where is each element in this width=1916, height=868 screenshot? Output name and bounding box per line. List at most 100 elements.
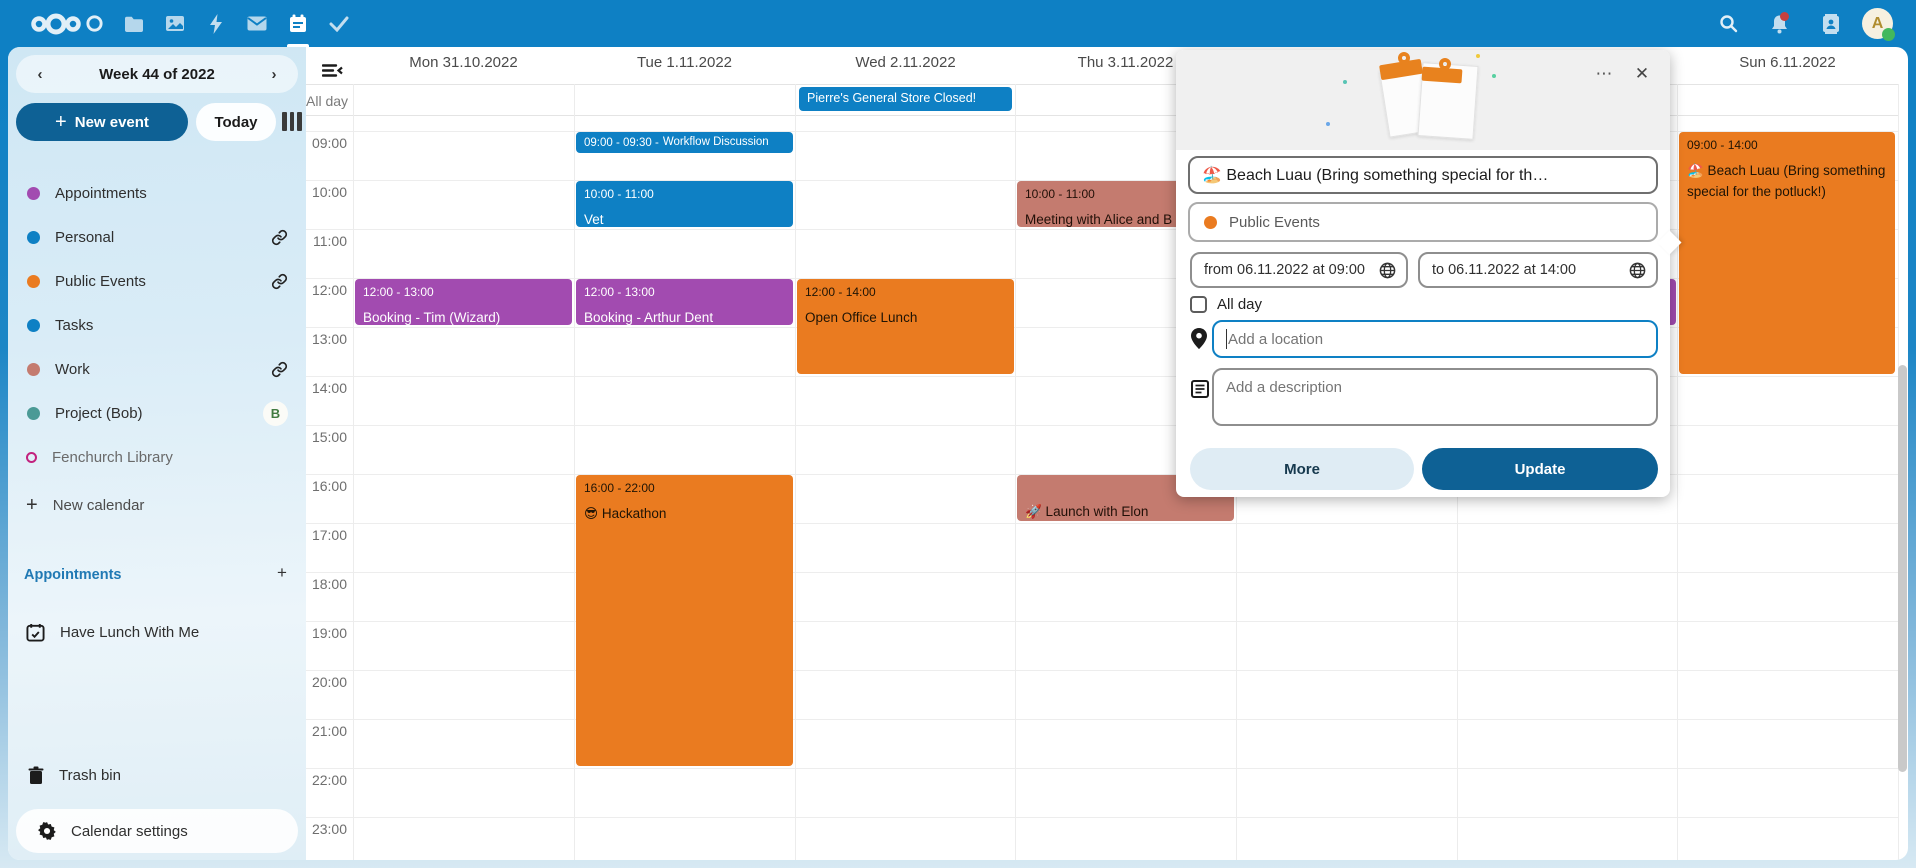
sidebar-calendar-work[interactable]: Work <box>8 349 306 389</box>
event-title-input[interactable]: 🏖️ Beach Luau (Bring something special f… <box>1188 156 1658 194</box>
calendar-color-dot <box>1204 216 1217 229</box>
day-header-sun: Sun 6.11.2022 <box>1677 54 1898 76</box>
hour-gridline <box>306 572 1898 573</box>
next-week-button[interactable]: › <box>254 55 294 93</box>
event-beach-luau[interactable]: 09:00 - 14:00 🏖️ Beach Luau (Bring somet… <box>1679 132 1895 374</box>
photos-icon[interactable] <box>155 0 195 47</box>
calendar-color-dot <box>27 275 40 288</box>
hour-label: 23:00 <box>304 821 347 837</box>
view-switcher-icon[interactable] <box>282 112 302 132</box>
hour-gridline <box>306 621 1898 622</box>
active-app-underline <box>287 44 309 47</box>
popup-actions-icon[interactable]: ⋯ <box>1590 60 1618 88</box>
appointments-heading: Appointments <box>24 567 121 583</box>
scrollbar-thumb[interactable] <box>1898 365 1907 772</box>
clip-icon <box>1422 67 1463 84</box>
start-date-button[interactable]: from 06.11.2022 at 09:00 <box>1190 252 1408 288</box>
event-open-office-lunch[interactable]: 12:00 - 14:00 Open Office Lunch <box>797 279 1014 374</box>
event-hackathon[interactable]: 16:00 - 22:00 😎 Hackathon <box>576 475 793 766</box>
share-link-icon <box>271 361 288 378</box>
contacts-icon[interactable] <box>1811 0 1851 47</box>
gear-icon <box>38 822 56 840</box>
event-booking-arthur-dent[interactable]: 12:00 - 13:00 Booking - Arthur Dent <box>576 279 793 325</box>
confetti-dot <box>1492 74 1496 78</box>
dashboard-icon[interactable] <box>74 0 114 47</box>
update-button[interactable]: Update <box>1422 448 1658 490</box>
hour-gridline <box>306 817 1898 818</box>
day-column-border <box>795 84 796 860</box>
mail-icon[interactable] <box>237 0 277 47</box>
timezone-globe-icon[interactable] <box>1379 262 1396 279</box>
share-link-icon <box>271 229 288 246</box>
calendar-icon[interactable] <box>278 0 318 47</box>
description-input[interactable]: Add a description <box>1212 368 1658 426</box>
hour-gridline <box>306 768 1898 769</box>
tasks-icon[interactable] <box>319 0 359 47</box>
search-icon[interactable] <box>1708 0 1748 47</box>
add-appointment-button[interactable]: + <box>268 559 296 587</box>
trash-bin-button[interactable]: Trash bin <box>8 755 306 795</box>
confetti-dot <box>1476 54 1480 58</box>
hour-gridline <box>306 719 1898 720</box>
close-icon[interactable]: ✕ <box>1628 60 1656 88</box>
more-button[interactable]: More <box>1190 448 1414 490</box>
calendar-select[interactable]: Public Events <box>1188 202 1658 242</box>
hour-label: 19:00 <box>304 625 347 641</box>
day-column-border <box>574 84 575 860</box>
hour-label: 22:00 <box>304 772 347 788</box>
text-caret <box>1226 329 1227 349</box>
sidebar-calendar-fenchurch-library[interactable]: Fenchurch Library <box>8 437 306 477</box>
activity-icon[interactable] <box>196 0 236 47</box>
trash-icon <box>28 766 44 785</box>
sidebar-calendar-appointments[interactable]: Appointments <box>8 173 306 213</box>
plus-icon: + <box>26 494 38 517</box>
event-vet[interactable]: 10:00 - 11:00 Vet <box>576 181 793 227</box>
status-dot <box>1882 28 1895 41</box>
description-icon <box>1191 380 1209 398</box>
day-header-tue: Tue 1.11.2022 <box>574 54 795 76</box>
sidebar-calendar-project-bob[interactable]: Project (Bob) B <box>8 393 306 433</box>
event-workflow-discussion[interactable]: 09:00 - 09:30 - Workflow Discussion <box>576 132 793 153</box>
confetti-dot <box>1343 80 1347 84</box>
appointment-have-lunch[interactable]: Have Lunch With Me <box>8 612 306 652</box>
calendar-settings-button[interactable]: Calendar settings <box>16 809 298 853</box>
prev-week-button[interactable]: ‹ <box>20 55 60 93</box>
notification-badge <box>1780 12 1789 21</box>
week-label: Week 44 of 2022 <box>99 66 215 83</box>
calendar-color-dot <box>27 187 40 200</box>
sidebar-calendar-public-events[interactable]: Public Events <box>8 261 306 301</box>
event-booking-tim-wizard[interactable]: 12:00 - 13:00 Booking - Tim (Wizard) <box>355 279 572 325</box>
notifications-icon[interactable] <box>1759 0 1799 47</box>
collapse-all-day-icon[interactable] <box>322 63 344 78</box>
new-event-button[interactable]: + New event <box>16 103 188 141</box>
share-link-icon <box>271 273 288 290</box>
event-pierres-general-store-closed[interactable]: Pierre's General Store Closed! <box>799 87 1012 111</box>
calendar-color-dot <box>27 231 40 244</box>
confetti-dot <box>1326 122 1330 126</box>
hour-label: 21:00 <box>304 723 347 739</box>
new-calendar-button[interactable]: + New calendar <box>8 485 306 525</box>
hour-label: 12:00 <box>304 282 347 298</box>
hour-label: 10:00 <box>304 184 347 200</box>
end-date-button[interactable]: to 06.11.2022 at 14:00 <box>1418 252 1658 288</box>
today-button[interactable]: Today <box>196 103 276 141</box>
hour-label: 13:00 <box>304 331 347 347</box>
location-input[interactable]: Add a location <box>1212 320 1658 358</box>
hour-label: 17:00 <box>304 527 347 543</box>
day-header-wed: Wed 2.11.2022 <box>795 54 1016 76</box>
all-day-checkbox[interactable]: All day <box>1190 296 1262 313</box>
hour-label: 09:00 <box>304 135 347 151</box>
files-icon[interactable] <box>114 0 154 47</box>
event-editor-popup: ⋯ ✕ 🏖️ Beach Luau (Bring something speci… <box>1176 50 1670 497</box>
all-day-label: All day <box>306 93 352 109</box>
timezone-globe-icon[interactable] <box>1629 262 1646 279</box>
app-content: ‹ Week 44 of 2022 › + New event Today Ap… <box>8 47 1908 860</box>
avatar[interactable]: A <box>1862 8 1893 39</box>
checkbox[interactable] <box>1190 296 1207 313</box>
day-header-mon: Mon 31.10.2022 <box>353 54 574 76</box>
hour-label: 16:00 <box>304 478 347 494</box>
sidebar-calendar-personal[interactable]: Personal <box>8 217 306 257</box>
sidebar-calendar-tasks[interactable]: Tasks <box>8 305 306 345</box>
day-column-border <box>1015 84 1016 860</box>
calendar-color-dot <box>27 363 40 376</box>
